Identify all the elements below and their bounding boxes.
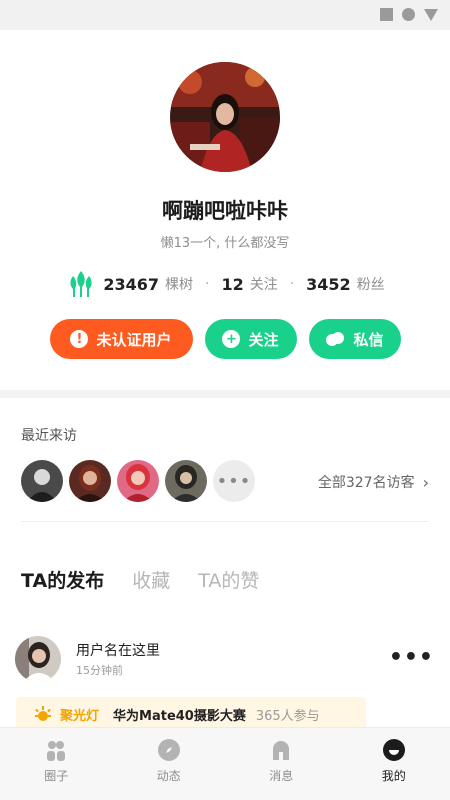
status-bar bbox=[0, 0, 450, 30]
spotlight-icon bbox=[35, 706, 51, 721]
spotlight-banner[interactable]: 聚光灯 华为Mate40摄影大赛 365人参与 bbox=[16, 697, 366, 731]
follow-label: 关注 bbox=[248, 330, 279, 349]
more-options-icon[interactable]: ••• bbox=[389, 645, 434, 670]
following-count[interactable]: 12 bbox=[221, 275, 243, 294]
stats-separator: · bbox=[289, 276, 295, 292]
chat-bubbles-icon bbox=[326, 332, 345, 346]
visitor-avatar[interactable] bbox=[117, 460, 159, 502]
status-icons bbox=[380, 8, 438, 21]
tab-posts[interactable]: TA的发布 bbox=[21, 566, 104, 593]
tab-feed-label: 动态 bbox=[156, 769, 181, 783]
visitor-avatar[interactable] bbox=[69, 460, 111, 502]
following-label[interactable]: 关注 bbox=[250, 274, 278, 294]
content-tabs: TA的发布 收藏 TA的赞 bbox=[21, 566, 259, 593]
recent-visitors-title: 最近来访 bbox=[21, 428, 77, 444]
visitor-avatars: ••• bbox=[21, 460, 255, 502]
profile-actions: ! 未认证用户 + 关注 私信 bbox=[0, 319, 450, 359]
followers-count[interactable]: 3452 bbox=[306, 275, 351, 294]
post-author-avatar[interactable] bbox=[15, 636, 61, 682]
exclamation-icon: ! bbox=[70, 330, 89, 348]
message-button[interactable]: 私信 bbox=[308, 319, 401, 359]
tab-circle-label: 圈子 bbox=[44, 769, 69, 783]
profile-icon bbox=[382, 739, 405, 761]
trees-label: 棵树 bbox=[164, 277, 193, 293]
tab-messages[interactable]: 消息 bbox=[225, 728, 338, 800]
tab-messages-label: 消息 bbox=[269, 769, 294, 783]
post-author-name[interactable]: 用户名在这里 bbox=[76, 640, 160, 660]
tab-favorites[interactable]: 收藏 bbox=[132, 566, 170, 593]
spotlight-tag: 聚光灯 bbox=[60, 708, 100, 724]
trees-count: 23467 bbox=[103, 274, 159, 294]
follow-button[interactable]: + 关注 bbox=[204, 319, 297, 359]
more-visitors-button[interactable]: ••• bbox=[213, 460, 255, 502]
plus-icon: + bbox=[222, 330, 241, 348]
profile-stats: 23467 棵树 · 12 关注 · 3452 粉丝 bbox=[0, 268, 450, 300]
message-icon bbox=[273, 741, 290, 760]
chevron-right-icon: › bbox=[422, 472, 429, 492]
section-divider bbox=[0, 390, 450, 398]
bottom-tab-bar: 圈子 动态 消息 我的 bbox=[0, 727, 450, 800]
tab-circle[interactable]: 圈子 bbox=[0, 728, 113, 800]
unverified-user-label: 未认证用户 bbox=[96, 330, 172, 349]
visitor-avatar[interactable] bbox=[21, 460, 63, 502]
spotlight-title: 华为Mate40摄影大赛 bbox=[113, 708, 246, 724]
post-timestamp: 15分钟前 bbox=[76, 664, 123, 677]
stop-icon bbox=[380, 8, 393, 21]
unverified-user-button[interactable]: ! 未认证用户 bbox=[49, 319, 193, 359]
visitor-avatar[interactable] bbox=[165, 460, 207, 502]
tree-icon bbox=[70, 271, 92, 297]
profile-avatar[interactable] bbox=[170, 62, 280, 172]
tab-likes[interactable]: TA的赞 bbox=[198, 566, 259, 593]
profile-bio: 懒13一个, 什么都没写 bbox=[160, 236, 290, 251]
compass-icon bbox=[157, 739, 180, 761]
message-label: 私信 bbox=[353, 330, 384, 349]
spotlight-count: 365人参与 bbox=[255, 708, 320, 724]
group-icon bbox=[47, 741, 66, 761]
stats-separator: · bbox=[204, 276, 210, 292]
record-icon bbox=[402, 8, 415, 21]
followers-label[interactable]: 粉丝 bbox=[357, 274, 385, 294]
all-visitors-label: 全部327名访客 bbox=[317, 475, 415, 491]
tab-me[interactable]: 我的 bbox=[338, 728, 450, 800]
divider-line bbox=[21, 521, 429, 522]
tab-me-label: 我的 bbox=[381, 769, 406, 783]
all-visitors-link[interactable]: 全部327名访客 › bbox=[318, 472, 429, 492]
signal-icon bbox=[424, 8, 438, 21]
profile-name: 啊蹦吧啦咔咔 bbox=[162, 199, 288, 223]
tab-feed[interactable]: 动态 bbox=[113, 728, 226, 800]
